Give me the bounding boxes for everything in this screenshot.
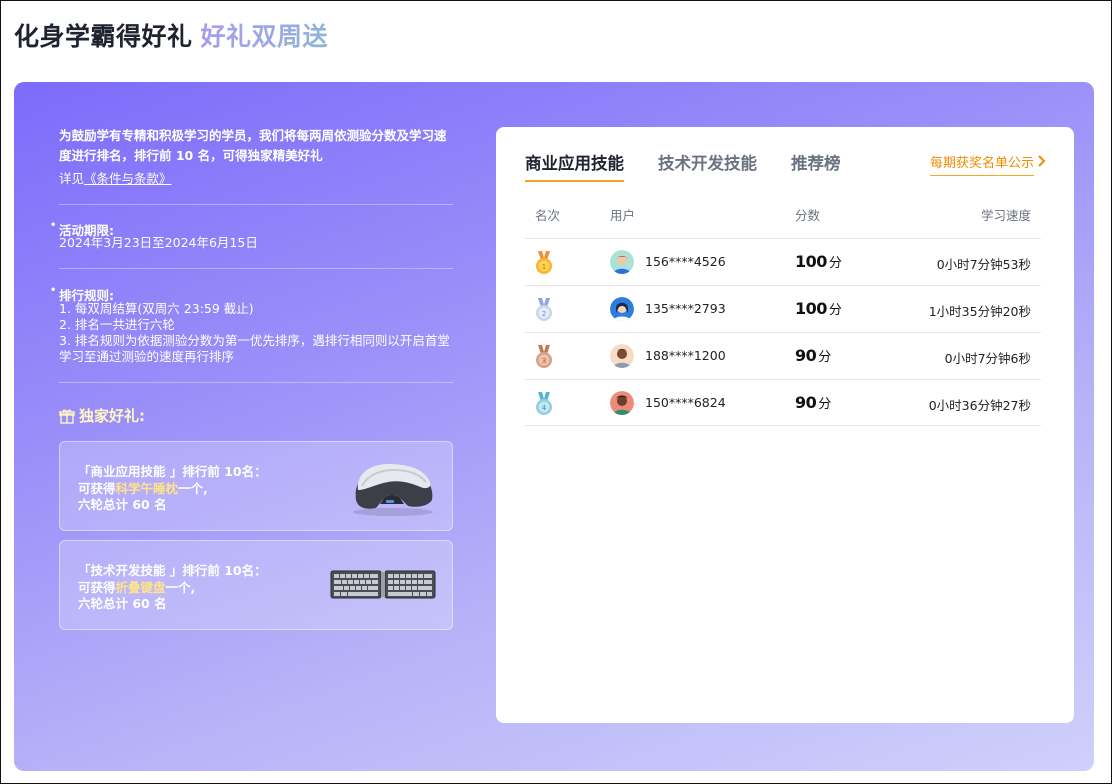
col-speed: 学习速度 (980, 208, 1031, 223)
gift-section-title: 独家好礼: (59, 405, 145, 426)
gift-desc-suffix: 一个, (178, 481, 208, 496)
user-name: 135****2793 (645, 301, 726, 316)
score-value: 100 (795, 252, 827, 271)
tab-business-skills[interactable]: 商业应用技能 (525, 150, 624, 182)
table-row: 2 135****2793 100 分 1小时35分钟20秒 (525, 285, 1041, 332)
rules-item-1: 1. 每双周结算(双周六 23:59 截止) (59, 301, 254, 316)
col-user: 用户 (610, 208, 636, 223)
gift-desc-prefix: 可获得 (78, 580, 116, 595)
user-score: 90 分 (795, 393, 831, 412)
user-name: 150****6824 (645, 395, 726, 410)
learning-speed: 1小时35分钟20秒 (928, 304, 1031, 319)
gift-total: 六轮总计 60 名 (78, 497, 167, 512)
avatar (610, 250, 634, 274)
bronze-medal-icon: 3 (535, 345, 553, 369)
gift-icon (59, 408, 75, 424)
svg-text:2: 2 (542, 310, 546, 318)
silver-medal-icon: 2 (535, 298, 553, 322)
user-name: 156****4526 (645, 254, 726, 269)
table-row: 1 156****4526 100 分 0小时7分钟53秒 (525, 238, 1041, 285)
gift-card-title: 「商业应用技能 」排行前 10名： (78, 464, 267, 479)
gift-title-text: 独家好礼: (79, 407, 145, 425)
period-value: 2024年3月23日至2024年6月15日 (59, 235, 258, 250)
terms-prefix: 详见 (59, 171, 85, 186)
user-score: 100 分 (795, 299, 842, 318)
avatar (610, 391, 634, 415)
table-row: 4 150****6824 90 分 0小时36分钟27秒 (525, 379, 1041, 426)
gift-item-name: 科学午睡枕 (115, 481, 179, 496)
divider (59, 204, 453, 205)
divider (59, 382, 453, 383)
divider (59, 268, 453, 269)
terms-link[interactable]: 《条件与条款》 (84, 171, 172, 186)
svg-text:1: 1 (542, 263, 546, 271)
score-unit: 分 (828, 303, 842, 318)
score-value: 100 (795, 299, 827, 318)
table-row: 3 188****1200 90 分 0小时7分钟6秒 (525, 332, 1041, 379)
col-rank: 名次 (535, 208, 561, 223)
tab-recommend[interactable]: 推荐榜 (791, 150, 841, 180)
gold-medal-icon: 1 (535, 251, 553, 275)
score-value: 90 (795, 393, 817, 412)
avatar (610, 297, 634, 321)
learning-speed: 0小时7分钟6秒 (944, 351, 1031, 366)
leaderboard-tabs: 商业应用技能 技术开发技能 推荐榜 (525, 150, 875, 182)
avatar (610, 344, 634, 368)
terms-link-row: 详见《条件与条款》 (59, 168, 172, 187)
page-title-main: 化身学霸得好礼 (14, 22, 193, 51)
hero-banner: 为鼓励学有专精和积极学习的学员，我们将每两周依测验分数及学习速度进行排名，排行前… (14, 82, 1094, 771)
score-unit: 分 (828, 256, 842, 271)
svg-text:3: 3 (542, 357, 546, 365)
page-frame: 化身学霸得好礼 好礼双周送 为鼓励学有专精和积极学习的学员，我们将每两周依测验分数… (0, 0, 1112, 784)
rules-item-2: 2. 排名一共进行六轮 (59, 317, 175, 332)
learning-speed: 0小时36分钟27秒 (928, 398, 1031, 413)
rules-item-3: 3. 排名规则为依据测验分数为第一优先排序，遇排行相同则以开启首堂学习至通过测验… (59, 333, 450, 364)
gift-card-desc: 可获得折叠键盘一个, 六轮总计 60 名 (78, 580, 195, 612)
tab-tech-skills[interactable]: 技术开发技能 (658, 150, 757, 180)
score-unit: 分 (818, 397, 832, 412)
table-header: 名次 用户 分数 学习速度 (525, 205, 1041, 239)
page-title-sub: 好礼双周送 (200, 22, 329, 51)
gift-card-title: 「技术开发技能 」排行前 10名： (78, 563, 267, 578)
gift-card-tech: 「技术开发技能 」排行前 10名： 可获得折叠键盘一个, 六轮总计 60 名 (59, 540, 453, 630)
gift-total: 六轮总计 60 名 (78, 596, 167, 611)
blue-medal-icon: 4 (535, 392, 553, 416)
folding-keyboard-image (330, 569, 436, 605)
nap-pillow-image (348, 456, 438, 522)
user-score: 100 分 (795, 252, 842, 271)
winners-list-link[interactable]: 每期获奖名单公示 (929, 152, 1034, 176)
score-unit: 分 (818, 350, 832, 365)
gift-card-business: 「商业应用技能 」排行前 10名： 可获得科学午睡枕一个, 六轮总计 60 名 (59, 441, 453, 531)
chevron-right-icon[interactable] (1038, 153, 1046, 171)
gift-desc-suffix: 一个, (165, 580, 196, 595)
gift-item-name: 折叠键盘 (115, 580, 166, 595)
gift-desc-prefix: 可获得 (78, 481, 116, 496)
col-score: 分数 (795, 208, 821, 223)
user-score: 90 分 (795, 346, 831, 365)
learning-speed: 0小时7分钟53秒 (936, 257, 1031, 272)
svg-text:4: 4 (542, 404, 547, 412)
user-name: 188****1200 (645, 348, 726, 363)
intro-text: 为鼓励学有专精和积极学习的学员，我们将每两周依测验分数及学习速度进行排名，排行前… (59, 128, 447, 163)
score-value: 90 (795, 346, 817, 365)
leaderboard-panel: 商业应用技能 技术开发技能 推荐榜 每期获奖名单公示 名次 用户 分数 学习速度 (496, 127, 1074, 723)
gift-card-desc: 可获得科学午睡枕一个, 六轮总计 60 名 (78, 481, 208, 513)
page-title: 化身学霸得好礼 好礼双周送 (14, 17, 328, 53)
